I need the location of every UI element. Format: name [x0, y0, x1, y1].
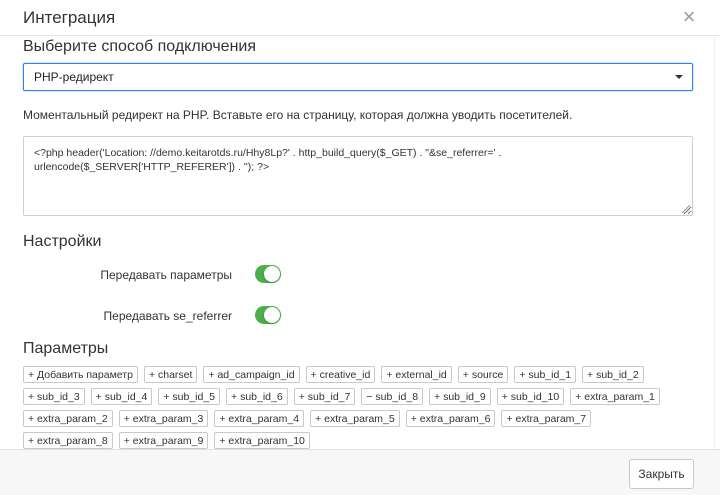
modal-footer: Закрыть — [0, 449, 720, 495]
close-button[interactable]: Закрыть — [629, 459, 694, 489]
setting-label: Передавать параметры — [100, 268, 232, 282]
code-snippet: <?php header('Location: //demo.keitarotd… — [34, 147, 502, 173]
pass-params-toggle[interactable] — [255, 265, 281, 283]
settings-heading: Настройки — [23, 233, 102, 250]
add-param-button[interactable]: + Добавить параметр — [23, 366, 138, 383]
toggle-knob — [264, 266, 280, 282]
param-chip-extra-param-3[interactable]: + extra_param_3 — [118, 410, 209, 427]
param-chip-sub-id-4[interactable]: + sub_id_4 — [90, 388, 153, 405]
param-chip-ad-campaign-id[interactable]: + ad_campaign_id — [203, 366, 300, 383]
param-chip-sub-id-8[interactable]: − sub_id_8 — [361, 388, 424, 405]
resize-grip-icon[interactable] — [682, 205, 690, 213]
param-chip-extra-param-1[interactable]: + extra_param_1 — [570, 388, 660, 405]
param-chip-extra-param-4[interactable]: + extra_param_4 — [214, 410, 305, 427]
param-chip-extra-param-7[interactable]: + extra_param_7 — [501, 410, 592, 427]
param-chip-extra-param-6[interactable]: + extra_param_6 — [405, 410, 496, 427]
param-chip-sub-id-3[interactable]: + sub_id_3 — [23, 388, 85, 405]
connection-method-select[interactable]: PHP-редирект — [23, 63, 693, 91]
param-chip-sub-id-10[interactable]: + sub_id_10 — [496, 388, 565, 405]
param-chip-sub-id-6[interactable]: + sub_id_6 — [226, 388, 288, 405]
param-chip-sub-id-2[interactable]: + sub_id_2 — [582, 366, 644, 383]
connection-description: Моментальный редирект на PHP. Вставьте е… — [23, 108, 573, 122]
setting-pass-se-referrer: Передавать se_referrer — [0, 306, 720, 328]
param-chip-charset[interactable]: + charset — [143, 366, 198, 383]
modal-header: Интеграция × — [0, 0, 720, 36]
integration-modal: Интеграция × Выберите способ подключения… — [0, 0, 720, 495]
connection-method-value: PHP-редирект — [34, 70, 114, 84]
caret-down-icon — [675, 75, 683, 79]
connection-heading: Выберите способ подключения — [23, 38, 257, 55]
param-chip-sub-id-1[interactable]: + sub_id_1 — [514, 366, 577, 383]
param-chip-extra-param-8[interactable]: + extra_param_8 — [23, 432, 113, 449]
pass-se-referrer-toggle[interactable] — [255, 306, 281, 324]
toggle-knob — [264, 307, 280, 323]
modal-body: Выберите способ подключения PHP-редирект… — [0, 36, 720, 449]
param-chip-sub-id-9[interactable]: + sub_id_9 — [429, 388, 491, 405]
param-chip-extra-param-5[interactable]: + extra_param_5 — [310, 410, 400, 427]
param-chip-source[interactable]: + source — [457, 366, 509, 383]
modal-title: Интеграция — [23, 7, 116, 27]
param-chip-extra-param-9[interactable]: + extra_param_9 — [118, 432, 209, 449]
param-chip-extra-param-10[interactable]: + extra_param_10 — [214, 432, 310, 449]
param-chip-extra-param-2[interactable]: + extra_param_2 — [23, 410, 113, 427]
param-chips: + Добавить параметр + charset + ad_campa… — [23, 366, 663, 449]
setting-label: Передавать se_referrer — [103, 309, 232, 323]
param-chip-external-id[interactable]: + external_id — [381, 366, 452, 383]
param-chip-sub-id-7[interactable]: + sub_id_7 — [293, 388, 356, 405]
param-chip-creative-id[interactable]: + creative_id — [305, 366, 376, 383]
close-icon[interactable]: × — [680, 6, 698, 28]
param-chip-sub-id-5[interactable]: + sub_id_5 — [158, 388, 221, 405]
params-heading: Параметры — [23, 340, 109, 357]
code-textarea[interactable]: <?php header('Location: //demo.keitarotd… — [23, 136, 693, 216]
setting-pass-params: Передавать параметры — [0, 265, 720, 287]
